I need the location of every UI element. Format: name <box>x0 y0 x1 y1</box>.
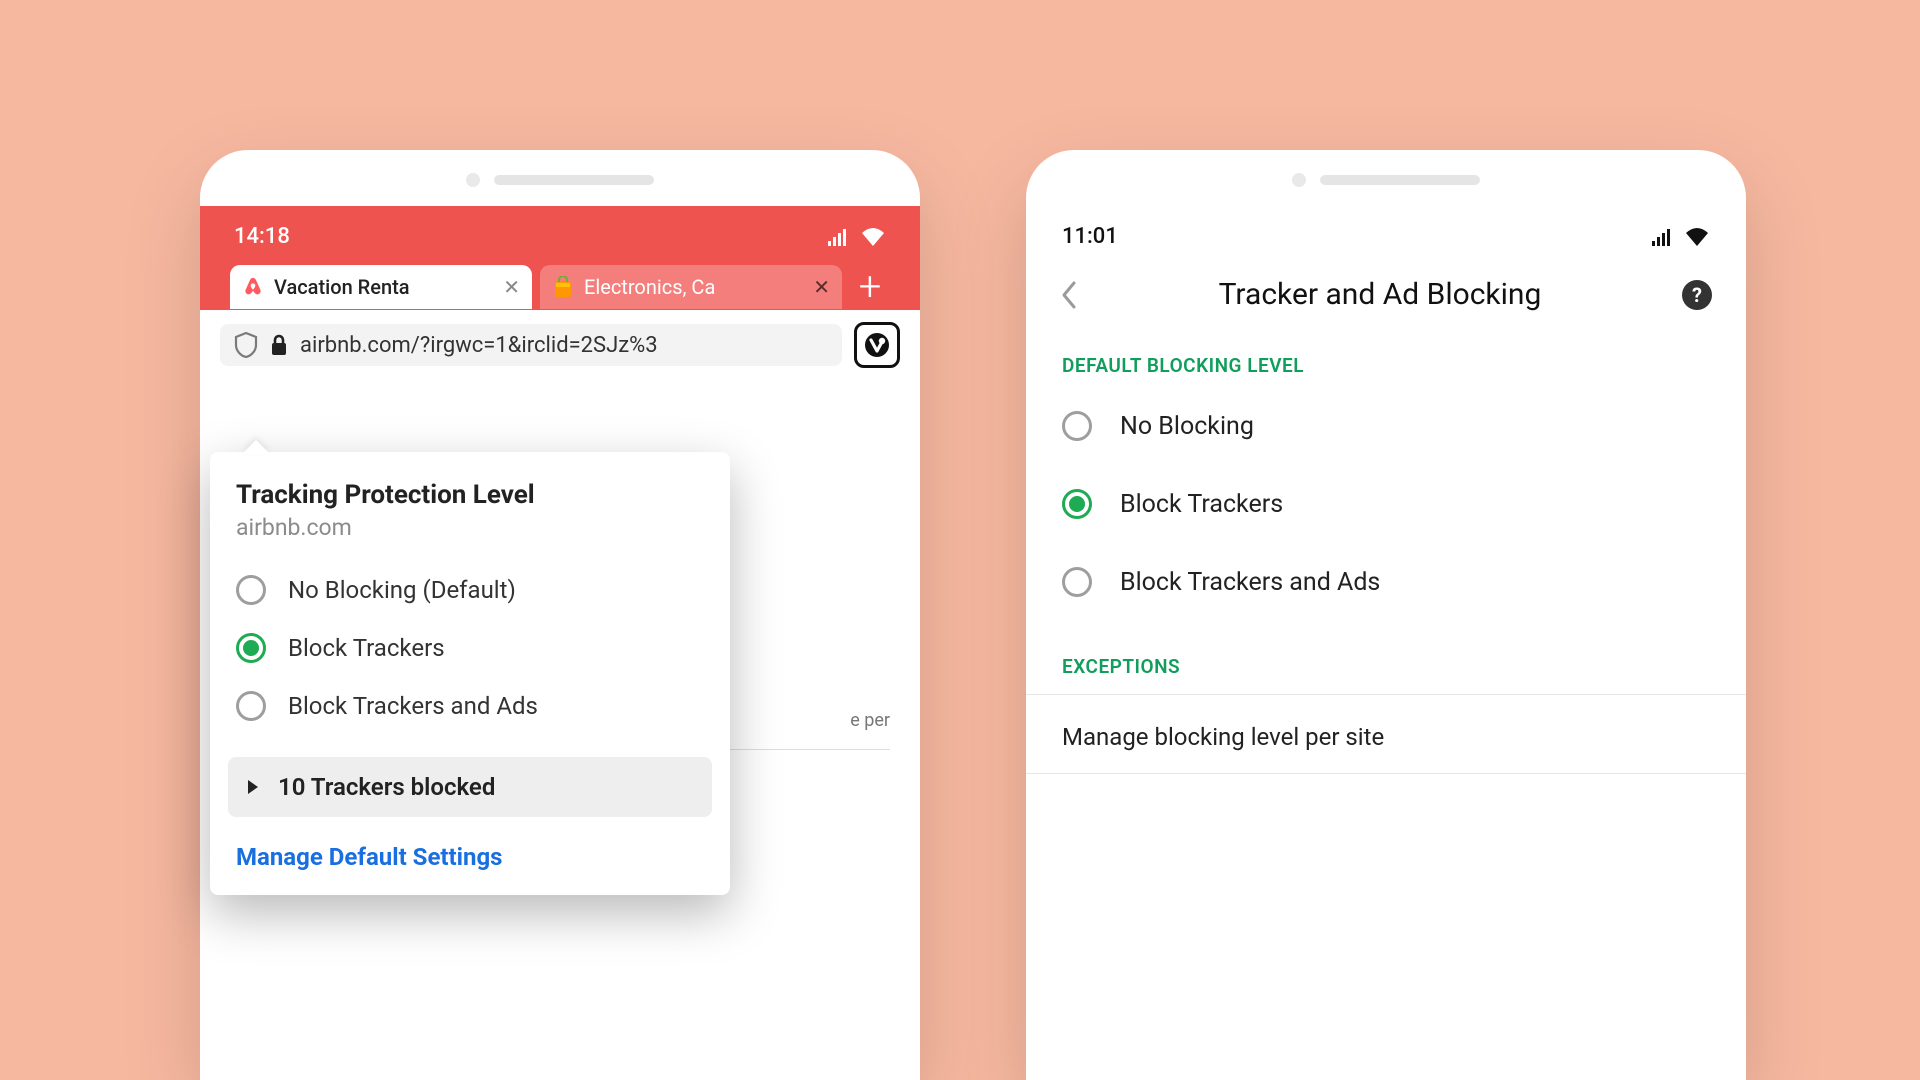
vivaldi-menu-button[interactable] <box>854 322 900 368</box>
radio-option-block-trackers-ads[interactable]: Block Trackers and Ads <box>1026 543 1746 621</box>
radio-icon <box>236 633 266 663</box>
page-title: Tracker and Ad Blocking <box>1078 277 1682 312</box>
tracking-protection-popup: Tracking Protection Level airbnb.com No … <box>210 452 730 895</box>
shopping-icon <box>552 276 574 298</box>
popup-title: Tracking Protection Level <box>210 480 730 514</box>
radio-option-block-trackers[interactable]: Block Trackers <box>1026 465 1746 543</box>
tab-active[interactable]: Vacation Renta ✕ <box>230 265 532 309</box>
status-bar: 11:01 <box>1026 206 1746 263</box>
manage-per-site-label: Manage blocking level per site <box>1062 723 1384 751</box>
close-icon[interactable]: ✕ <box>813 275 830 299</box>
radio-label: Block Trackers <box>1120 490 1283 519</box>
radio-option-block-trackers-ads[interactable]: Block Trackers and Ads <box>210 677 730 735</box>
vivaldi-icon <box>863 331 891 359</box>
popup-domain: airbnb.com <box>210 514 730 561</box>
manage-default-settings-link[interactable]: Manage Default Settings <box>210 817 730 871</box>
radio-label: Block Trackers <box>288 634 445 662</box>
status-time: 14:18 <box>234 224 290 249</box>
status-time: 11:01 <box>1062 224 1118 249</box>
tab-title: Electronics, Ca <box>584 275 803 299</box>
camera-dot <box>466 173 480 187</box>
back-button[interactable] <box>1060 280 1078 310</box>
address-bar-row: airbnb.com/?irgwc=1&irclid=2SJz%3 <box>200 310 920 368</box>
radio-icon <box>236 575 266 605</box>
status-icons <box>828 227 886 247</box>
status-icons <box>1652 227 1710 247</box>
radio-option-no-blocking[interactable]: No Blocking <box>1026 387 1746 465</box>
speaker-bar <box>494 175 654 185</box>
url-text: airbnb.com/?irgwc=1&irclid=2SJz%3 <box>300 333 658 358</box>
new-tab-button[interactable]: + <box>850 263 890 310</box>
radio-icon <box>1062 489 1092 519</box>
help-button[interactable]: ? <box>1682 280 1712 310</box>
status-bar: 14:18 <box>230 214 890 263</box>
signal-icon <box>828 228 850 246</box>
close-icon[interactable]: ✕ <box>503 275 520 299</box>
section-label-default: DEFAULT BLOCKING LEVEL <box>1026 340 1746 387</box>
tab-strip: Vacation Renta ✕ Electronics, Ca ✕ + <box>230 263 890 310</box>
phone-top-hardware <box>1026 168 1746 192</box>
camera-dot <box>1292 173 1306 187</box>
settings-header: Tracker and Ad Blocking ? <box>1026 263 1746 340</box>
chevron-left-icon <box>1060 280 1078 310</box>
wifi-icon <box>1684 227 1710 247</box>
radio-icon <box>1062 411 1092 441</box>
radio-label: Block Trackers and Ads <box>1120 568 1380 597</box>
phone-right-mock: 11:01 Tracker and Ad Blocking ? DEFAULT … <box>1026 150 1746 1080</box>
browser-chrome: 14:18 Vacation Renta ✕ Electronics, Ca ✕ <box>200 206 920 310</box>
phone-top-hardware <box>200 168 920 192</box>
tab-inactive[interactable]: Electronics, Ca ✕ <box>540 265 842 309</box>
radio-label: No Blocking <box>1120 412 1254 441</box>
signal-icon <box>1652 228 1674 246</box>
tab-title: Vacation Renta <box>274 275 493 299</box>
radio-icon <box>236 691 266 721</box>
speaker-bar <box>1320 175 1480 185</box>
wifi-icon <box>860 227 886 247</box>
shield-icon[interactable] <box>234 332 258 358</box>
radio-option-block-trackers[interactable]: Block Trackers <box>210 619 730 677</box>
radio-icon <box>1062 567 1092 597</box>
section-label-exceptions: EXCEPTIONS <box>1026 641 1746 688</box>
address-bar[interactable]: airbnb.com/?irgwc=1&irclid=2SJz%3 <box>220 324 842 366</box>
radio-label: No Blocking (Default) <box>288 576 516 604</box>
radio-option-no-blocking[interactable]: No Blocking (Default) <box>210 561 730 619</box>
radio-label: Block Trackers and Ads <box>288 692 538 720</box>
trackers-blocked-row[interactable]: 10 Trackers blocked <box>228 757 712 817</box>
manage-per-site-row[interactable]: Manage blocking level per site <box>1026 701 1746 774</box>
airbnb-icon <box>242 276 264 298</box>
lock-icon <box>270 334 288 356</box>
trackers-blocked-text: 10 Trackers blocked <box>278 773 495 801</box>
triangle-right-icon <box>246 778 260 796</box>
